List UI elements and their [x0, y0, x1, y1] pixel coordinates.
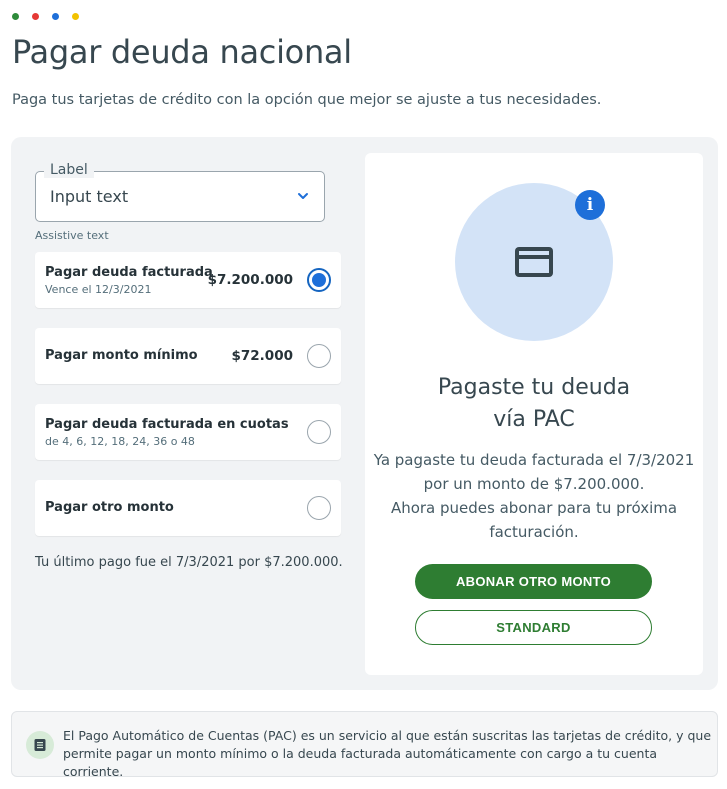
- select-label: Label: [44, 162, 94, 178]
- option-amount: $72.000: [231, 348, 294, 364]
- option-pay-other-amount[interactable]: Pagar otro monto: [35, 480, 341, 536]
- page-subtitle: Paga tus tarjetas de crédito con la opci…: [12, 92, 602, 108]
- option-pay-installments[interactable]: Pagar deuda facturada en cuotas de 4, 6,…: [35, 404, 341, 460]
- option-sub: Vence el 12/3/2021: [45, 283, 152, 296]
- payment-select[interactable]: Input text: [35, 171, 325, 222]
- result-description: Ya pagaste tu deuda facturada el 7/3/202…: [365, 448, 703, 544]
- option-label: Pagar deuda facturada: [45, 265, 213, 280]
- chevron-down-icon: [298, 193, 308, 199]
- result-text-line: facturación.: [489, 523, 579, 541]
- result-title-line: Pagaste tu deuda: [437, 375, 631, 400]
- window-dot-yellow: [72, 13, 79, 20]
- option-sub: de 4, 6, 12, 18, 24, 36 o 48: [45, 435, 195, 448]
- window-dot-green: [12, 13, 19, 20]
- option-label: Pagar monto mínimo: [45, 348, 198, 363]
- info-icon[interactable]: i: [575, 190, 605, 220]
- window-dot-red: [32, 13, 39, 20]
- result-title: Pagaste tu deuda vía PAC: [365, 372, 703, 436]
- page-title: Pagar deuda nacional: [12, 33, 352, 71]
- radio-button[interactable]: [307, 420, 331, 444]
- result-title-line: vía PAC: [493, 407, 575, 432]
- last-payment-text: Tu último pago fue el 7/3/2021 por $7.20…: [35, 555, 343, 570]
- option-pay-billed-debt[interactable]: Pagar deuda facturada Vence el 12/3/2021…: [35, 252, 341, 308]
- option-label: Pagar deuda facturada en cuotas: [45, 417, 289, 432]
- window-dots: [12, 13, 79, 20]
- select-value: Input text: [50, 187, 129, 206]
- result-text-line: Ya pagaste tu deuda facturada el 7/3/202…: [373, 451, 695, 469]
- option-label: Pagar otro monto: [45, 500, 174, 515]
- result-text-line: Ahora puedes abonar para tu próxima: [390, 499, 678, 517]
- payment-result-card: i Pagaste tu deuda vía PAC Ya pagaste tu…: [365, 153, 703, 675]
- pac-notice: El Pago Automático de Cuentas (PAC) es u…: [11, 711, 718, 779]
- radio-button[interactable]: [307, 496, 331, 520]
- window-dot-blue: [52, 13, 59, 20]
- assistive-text: Assistive text: [35, 229, 109, 242]
- result-text-line: por un monto de $7.200.000.: [423, 475, 645, 493]
- radio-button-selected[interactable]: [307, 268, 331, 292]
- option-amount: $7.200.000: [207, 272, 293, 288]
- pay-other-amount-button[interactable]: ABONAR OTRO MONTO: [415, 564, 652, 599]
- credit-card-icon: [515, 247, 553, 277]
- standard-button[interactable]: STANDARD: [415, 610, 652, 645]
- radio-button[interactable]: [307, 344, 331, 368]
- notice-text: El Pago Automático de Cuentas (PAC) es u…: [63, 728, 712, 779]
- option-pay-minimum[interactable]: Pagar monto mínimo $72.000: [35, 328, 341, 384]
- document-icon: [26, 731, 54, 759]
